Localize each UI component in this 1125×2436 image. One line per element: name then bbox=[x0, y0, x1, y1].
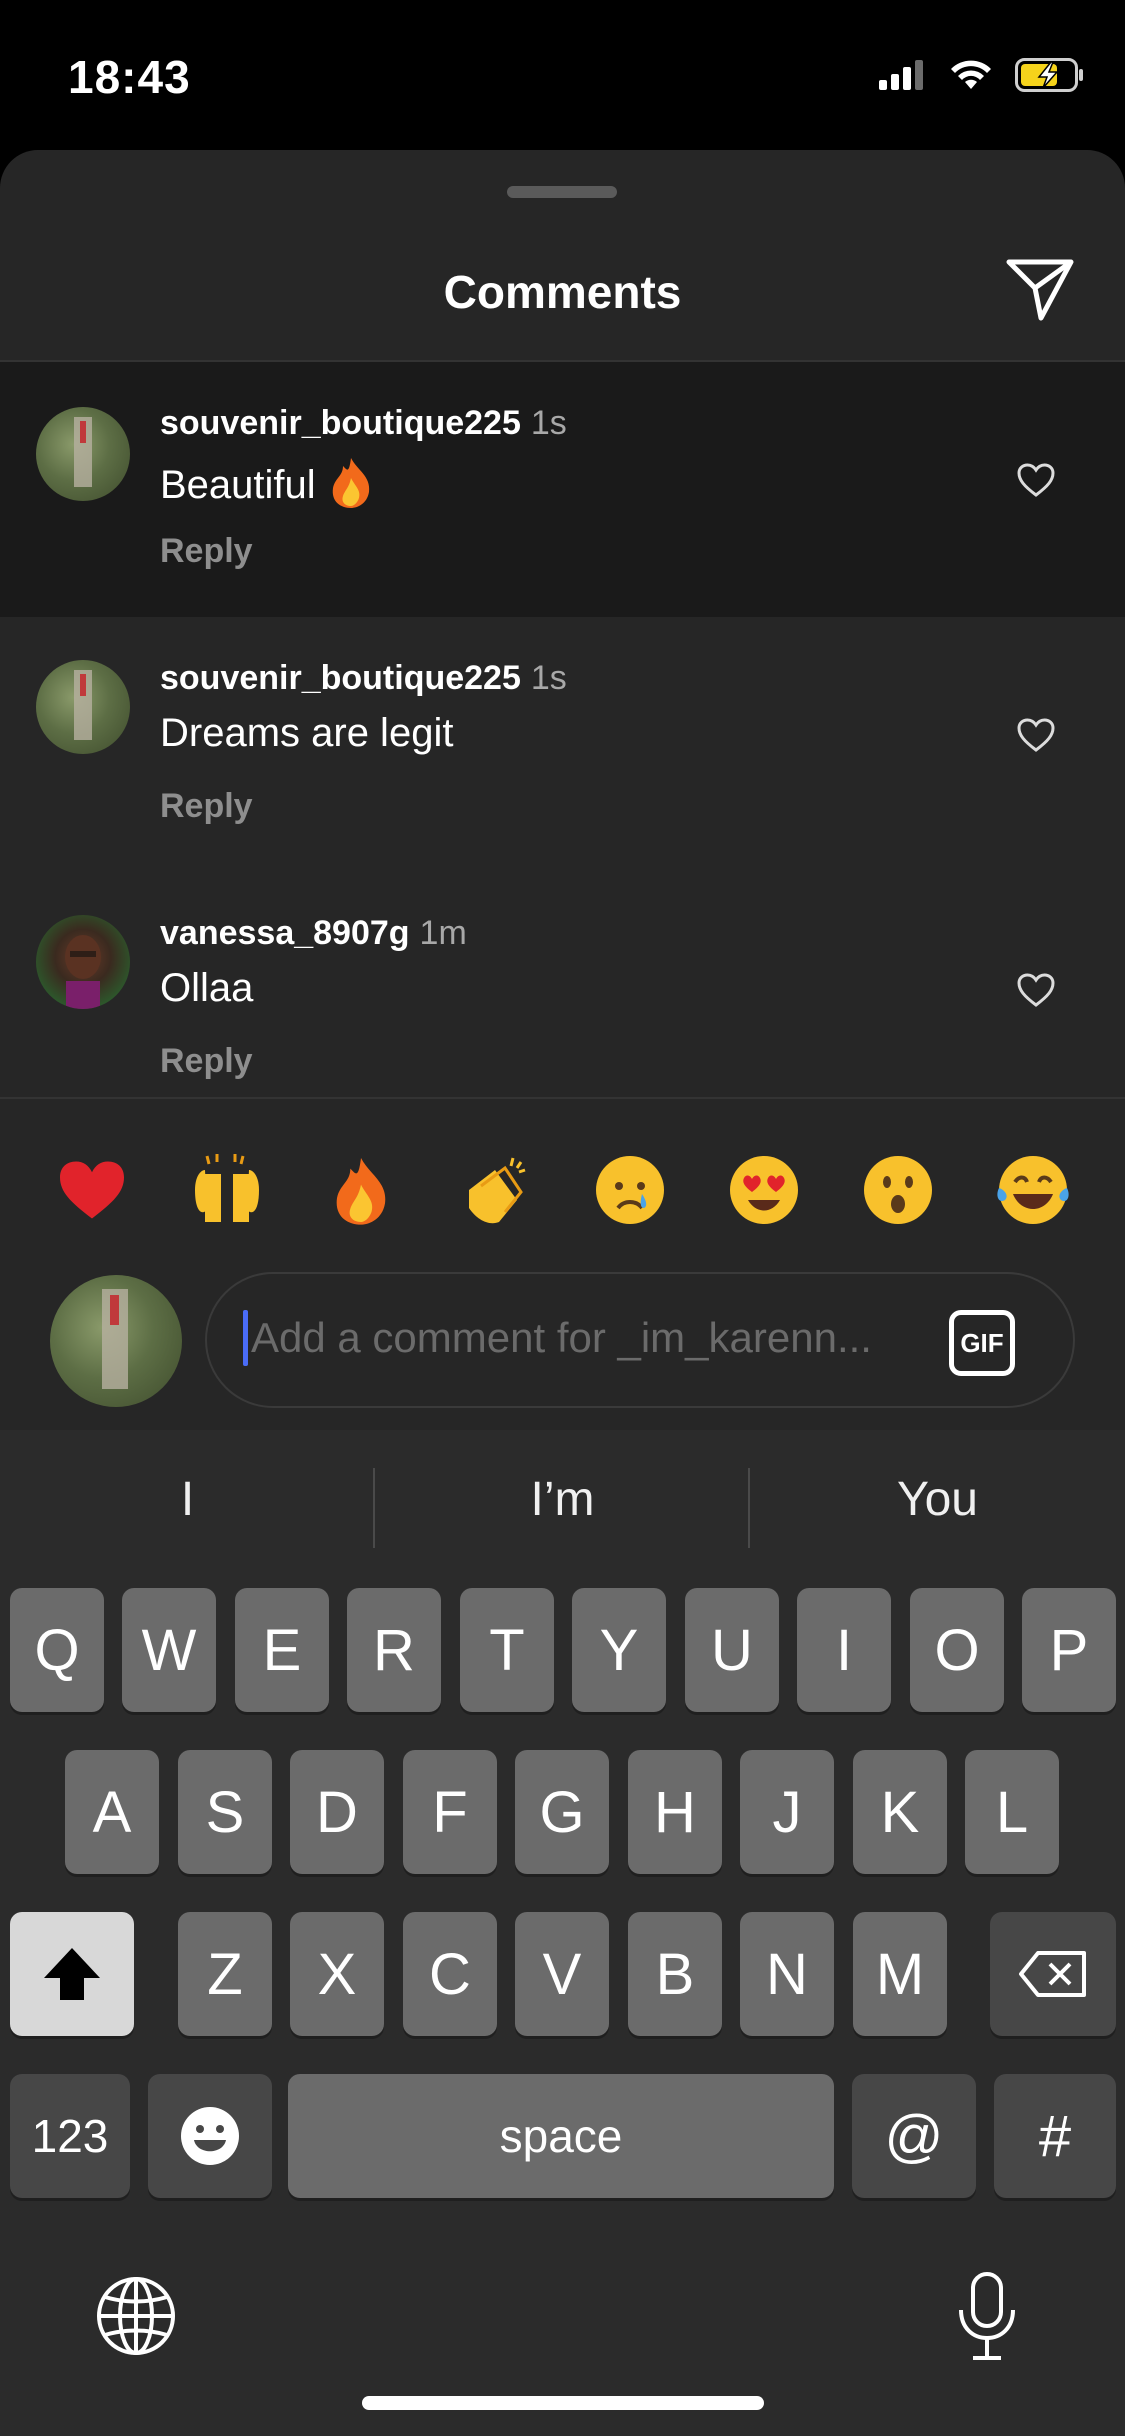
key-f[interactable]: F bbox=[403, 1750, 497, 1874]
emoji-keyboard-icon bbox=[181, 2107, 239, 2165]
key-e[interactable]: E bbox=[235, 1588, 329, 1712]
share-send-icon[interactable] bbox=[1003, 254, 1077, 324]
red-heart-emoji-icon[interactable] bbox=[50, 1148, 134, 1232]
key-z[interactable]: Z bbox=[178, 1912, 272, 2036]
shift-arrow-icon bbox=[44, 1948, 100, 2000]
avatar[interactable] bbox=[36, 915, 130, 1009]
key-v[interactable]: V bbox=[515, 1912, 609, 2036]
key-d[interactable]: D bbox=[290, 1750, 384, 1874]
key-w[interactable]: W bbox=[122, 1588, 216, 1712]
key-p[interactable]: P bbox=[1022, 1588, 1116, 1712]
comment-row[interactable]: souvenir_boutique225 1s Dreams are legit … bbox=[0, 617, 1125, 872]
comments-sheet: Comments souvenir_boutique225 1s Beautifu… bbox=[0, 150, 1125, 1430]
key-u[interactable]: U bbox=[685, 1588, 779, 1712]
username-text[interactable]: souvenir_boutique225 bbox=[160, 659, 521, 697]
text-caret bbox=[243, 1310, 248, 1366]
key-k[interactable]: K bbox=[853, 1750, 947, 1874]
key-c[interactable]: C bbox=[403, 1912, 497, 2036]
reply-button[interactable]: Reply bbox=[160, 532, 253, 571]
avatar[interactable] bbox=[36, 660, 130, 754]
surprised-face-emoji-icon[interactable] bbox=[856, 1148, 940, 1232]
space-key[interactable]: space bbox=[288, 2074, 834, 2198]
comment-time: 1s bbox=[530, 404, 567, 442]
suggestion-bar: I I’m You bbox=[0, 1430, 1125, 1580]
comment-row[interactable]: souvenir_boutique225 1s Beautiful Reply bbox=[0, 362, 1125, 617]
delete-key[interactable] bbox=[990, 1912, 1116, 2036]
suggestion-item[interactable]: I’m bbox=[375, 1472, 750, 1527]
home-indicator[interactable] bbox=[362, 2396, 764, 2410]
microphone-icon[interactable] bbox=[955, 2270, 1019, 2362]
heart-eyes-face-emoji-icon[interactable] bbox=[722, 1148, 806, 1232]
battery-charging-icon bbox=[1015, 58, 1083, 92]
raising-hands-emoji-icon[interactable] bbox=[185, 1148, 269, 1232]
comment-username[interactable]: souvenir_boutique225 1s bbox=[160, 659, 567, 698]
comment-time: 1m bbox=[419, 914, 467, 952]
fire-emoji-icon bbox=[332, 458, 369, 508]
comment-text: Beautiful bbox=[160, 456, 375, 508]
key-q[interactable]: Q bbox=[10, 1588, 104, 1712]
sheet-grabber[interactable] bbox=[507, 186, 617, 198]
quick-reaction-bar bbox=[0, 1140, 1125, 1240]
fire-emoji-icon[interactable] bbox=[319, 1148, 403, 1232]
key-y[interactable]: Y bbox=[572, 1588, 666, 1712]
hash-key[interactable]: # bbox=[994, 2074, 1116, 2198]
numbers-key[interactable]: 123 bbox=[10, 2074, 130, 2198]
wifi-icon bbox=[951, 60, 991, 89]
key-g[interactable]: G bbox=[515, 1750, 609, 1874]
key-a[interactable]: A bbox=[65, 1750, 159, 1874]
like-heart-icon[interactable] bbox=[1016, 972, 1056, 1008]
my-avatar[interactable] bbox=[50, 1275, 182, 1407]
comment-text: Dreams are legit bbox=[160, 711, 454, 755]
emoji-divider bbox=[0, 1097, 1125, 1099]
comment-username[interactable]: souvenir_boutique225 1s bbox=[160, 404, 567, 443]
key-r[interactable]: R bbox=[347, 1588, 441, 1712]
key-s[interactable]: S bbox=[178, 1750, 272, 1874]
reply-button[interactable]: Reply bbox=[160, 787, 253, 826]
avatar[interactable] bbox=[36, 407, 130, 501]
status-bar: 18:43 bbox=[0, 0, 1125, 150]
key-o[interactable]: O bbox=[910, 1588, 1004, 1712]
clapping-hands-emoji-icon[interactable] bbox=[453, 1148, 537, 1232]
tears-of-joy-face-emoji-icon[interactable] bbox=[991, 1148, 1075, 1232]
globe-icon[interactable] bbox=[95, 2275, 177, 2357]
cellular-signal-icon bbox=[879, 60, 923, 90]
like-heart-icon[interactable] bbox=[1016, 462, 1056, 498]
key-n[interactable]: N bbox=[740, 1912, 834, 2036]
gif-button[interactable]: GIF bbox=[949, 1310, 1015, 1376]
suggestion-item[interactable]: You bbox=[750, 1472, 1125, 1527]
key-h[interactable]: H bbox=[628, 1750, 722, 1874]
key-t[interactable]: T bbox=[460, 1588, 554, 1712]
key-l[interactable]: L bbox=[965, 1750, 1059, 1874]
suggestion-item[interactable]: I bbox=[0, 1472, 375, 1527]
status-time: 18:43 bbox=[68, 51, 191, 103]
key-x[interactable]: X bbox=[290, 1912, 384, 2036]
sheet-title: Comments bbox=[443, 266, 682, 318]
comment-time: 1s bbox=[530, 659, 567, 697]
at-key[interactable]: @ bbox=[852, 2074, 976, 2198]
status-icons bbox=[879, 58, 1085, 92]
key-j[interactable]: J bbox=[740, 1750, 834, 1874]
key-m[interactable]: M bbox=[853, 1912, 947, 2036]
emoji-key[interactable] bbox=[148, 2074, 272, 2198]
crying-face-emoji-icon[interactable] bbox=[588, 1148, 672, 1232]
comment-input[interactable]: Add a comment for _im_karenn... GIF bbox=[205, 1272, 1075, 1408]
reply-button[interactable]: Reply bbox=[160, 1042, 253, 1081]
shift-key[interactable] bbox=[10, 1912, 134, 2036]
backspace-icon bbox=[1019, 1951, 1086, 1997]
key-i[interactable]: I bbox=[797, 1588, 891, 1712]
comment-username[interactable]: vanessa_8907g 1m bbox=[160, 914, 467, 953]
comment-placeholder: Add a comment for _im_karenn... bbox=[251, 1314, 872, 1361]
comment-row[interactable]: vanessa_8907g 1m Ollaa Reply bbox=[0, 872, 1125, 1127]
comment-text: Ollaa bbox=[160, 966, 254, 1010]
comment-text-body: Beautiful bbox=[160, 463, 327, 507]
username-text[interactable]: souvenir_boutique225 bbox=[160, 404, 521, 442]
like-heart-icon[interactable] bbox=[1016, 717, 1056, 753]
key-b[interactable]: B bbox=[628, 1912, 722, 2036]
username-text[interactable]: vanessa_8907g bbox=[160, 914, 410, 952]
